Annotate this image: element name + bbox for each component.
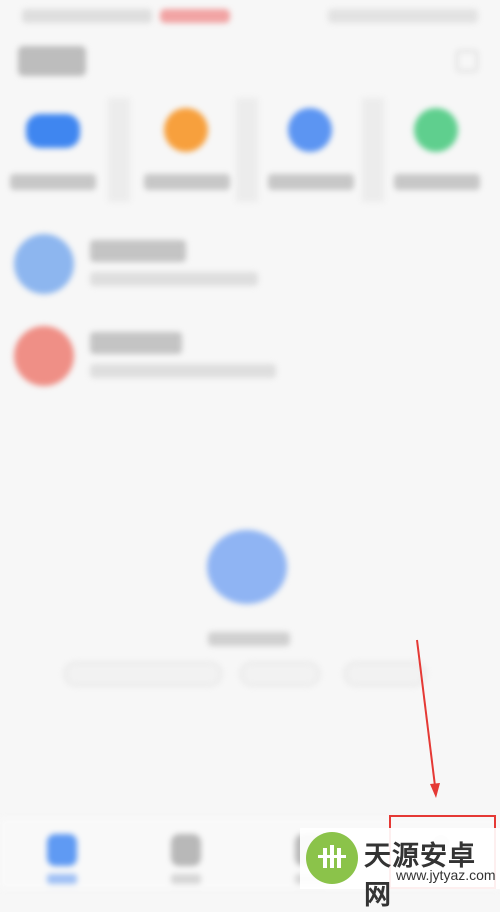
- shortcut-chat[interactable]: [262, 98, 362, 202]
- watermark-url: www.jytyaz.com: [396, 867, 496, 883]
- empty-state-text: [208, 632, 290, 646]
- contacts-tab-icon: [171, 834, 201, 866]
- shortcut-label: [394, 174, 480, 190]
- shortcut-label: [268, 174, 354, 190]
- status-bar: [0, 0, 500, 34]
- shortcut-label: [144, 174, 230, 190]
- shortcut-phone[interactable]: [388, 98, 488, 202]
- list-item[interactable]: [0, 320, 500, 398]
- shortcut-video-call[interactable]: [4, 98, 104, 202]
- contact-subtitle: [90, 272, 258, 286]
- contact-subtitle: [90, 364, 276, 378]
- android-logo-glyph: [318, 845, 346, 868]
- status-carrier-info: [22, 9, 152, 23]
- contact-name: [90, 332, 182, 354]
- tab-label: [47, 874, 77, 884]
- watermark: 天源安卓网 www.jytyaz.com: [300, 828, 500, 910]
- shortcut-row: [0, 98, 500, 208]
- tab-contacts[interactable]: [138, 822, 234, 886]
- add-icon[interactable]: [456, 50, 478, 72]
- messages-tab-icon: [47, 834, 77, 866]
- empty-action-link[interactable]: [64, 662, 222, 686]
- status-notification-badge: [160, 9, 230, 23]
- message-bubble-illustration: [207, 530, 287, 604]
- empty-state: [0, 520, 500, 700]
- empty-action-link[interactable]: [344, 662, 426, 686]
- phone-icon: [414, 108, 458, 152]
- shortcut-divider: [108, 98, 130, 202]
- shortcut-divider: [362, 98, 384, 202]
- list-item[interactable]: [0, 228, 500, 306]
- shortcut-divider: [236, 98, 258, 202]
- contact-list: [0, 228, 500, 408]
- contacts-icon: [164, 108, 208, 152]
- avatar: [14, 326, 74, 386]
- app-header: [0, 40, 500, 86]
- tab-messages[interactable]: [14, 822, 110, 886]
- tab-label: [171, 874, 201, 884]
- shortcut-label: [10, 174, 96, 190]
- avatar: [14, 234, 74, 294]
- empty-action-link[interactable]: [240, 662, 320, 686]
- video-call-icon: [26, 114, 80, 148]
- status-battery-time: [328, 9, 478, 23]
- annotation-arrow-head: [430, 783, 440, 798]
- contact-name: [90, 240, 186, 262]
- shortcut-contacts[interactable]: [138, 98, 238, 202]
- android-logo: [306, 832, 358, 884]
- page-title: [18, 46, 86, 76]
- chat-icon: [288, 108, 332, 152]
